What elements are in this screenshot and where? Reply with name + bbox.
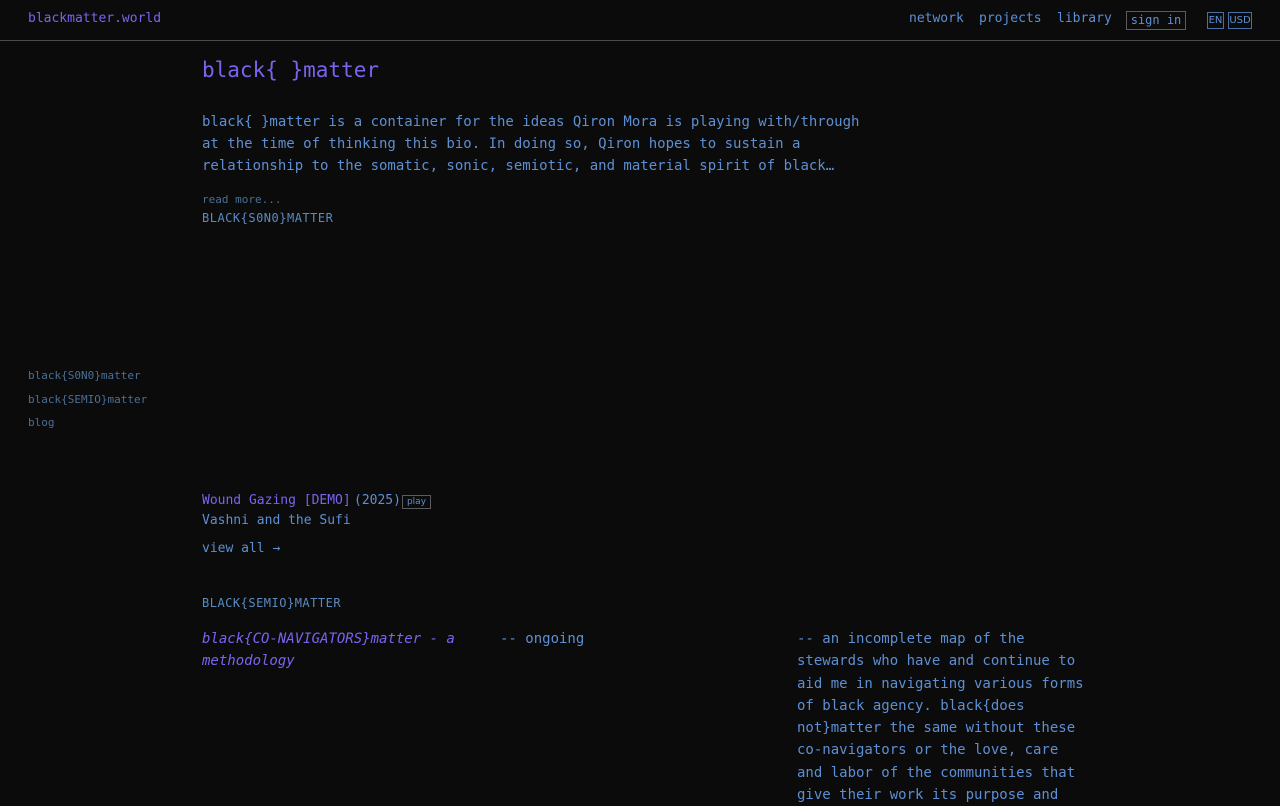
page-title: black{ }matter — [202, 58, 380, 82]
bio-text: black{ }matter is a container for the id… — [202, 114, 860, 174]
semio-entry-title-link[interactable]: black{CO-NAVIGATORS}matter - a methodolo… — [202, 628, 472, 672]
sidebar-item-sono[interactable]: black{S0N0}matter — [28, 369, 141, 382]
play-button[interactable]: play — [402, 495, 431, 509]
semio-entry-description: -- an incomplete map of the stewards who… — [797, 631, 1084, 804]
track-title-link[interactable]: Wound Gazing [DEMO] — [202, 493, 351, 508]
currency-toggle[interactable]: USD — [1228, 12, 1252, 29]
sidebar-item-semio[interactable]: black{SEMIO}matter — [28, 393, 147, 406]
section-heading-sono[interactable]: BLACK{S0N0}MATTER — [202, 211, 333, 225]
nav-link-library[interactable]: library — [1057, 11, 1112, 26]
semio-entry-status: -- ongoing — [500, 631, 585, 647]
track-year: (2025) — [354, 493, 401, 508]
top-navigation-bar: blackmatter.world network projects libra… — [0, 0, 1280, 41]
read-more-link[interactable]: read more... — [202, 193, 281, 206]
track-artist: Vashni and the Sufi — [202, 513, 351, 528]
view-all-link[interactable]: view all → — [202, 541, 280, 556]
nav-link-projects[interactable]: projects — [979, 11, 1042, 26]
site-brand-link[interactable]: blackmatter.world — [28, 11, 161, 26]
sidebar-item-blog[interactable]: blog — [28, 416, 55, 429]
nav-link-network[interactable]: network — [909, 11, 964, 26]
section-heading-semio[interactable]: BLACK{SEMIO}MATTER — [202, 596, 341, 610]
sign-in-button[interactable]: sign in — [1126, 11, 1186, 30]
language-toggle[interactable]: EN — [1207, 12, 1224, 29]
